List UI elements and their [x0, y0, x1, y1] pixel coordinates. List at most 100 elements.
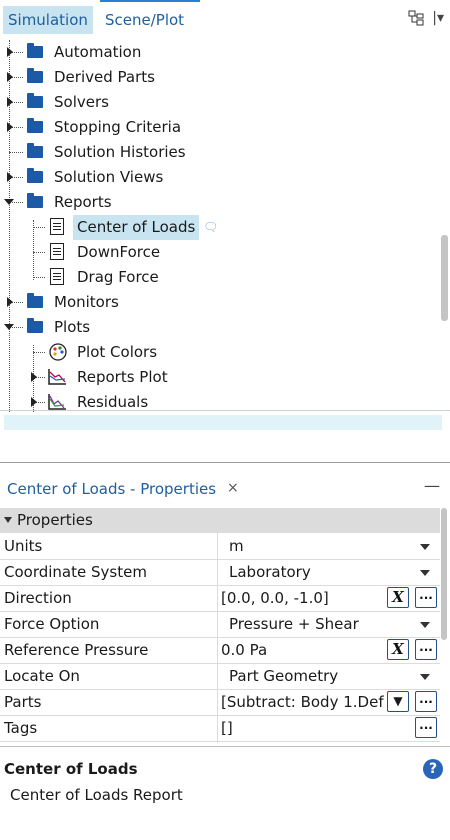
property-value[interactable]: [0.0, 0.0, -1.0] — [221, 589, 329, 607]
collapse-arrow-icon[interactable] — [4, 517, 12, 523]
description-title: Center of Loads — [4, 760, 138, 778]
property-name: Reference Pressure — [4, 641, 149, 659]
tree-item-label: Plots — [54, 318, 91, 336]
description-text: Center of Loads Report — [10, 786, 183, 804]
property-row-tags[interactable]: Tags [] ... — [0, 715, 440, 742]
property-row-parts[interactable]: Parts [Subtract: Body 1.Def ▼ ... — [0, 689, 440, 716]
folder-icon — [27, 143, 43, 158]
tree-item-solvers[interactable]: Solvers — [0, 90, 440, 115]
comment-icon[interactable]: 🗨 — [203, 215, 218, 240]
panel-splitter[interactable] — [0, 462, 450, 463]
tree-item-residuals[interactable]: Residuals — [0, 390, 440, 412]
property-name: Direction — [4, 589, 72, 607]
property-value[interactable]: [] — [221, 719, 233, 737]
properties-header: Center of Loads - Properties × — — [0, 476, 450, 504]
tree-item-solution-histories[interactable]: Solution Histories — [0, 140, 440, 165]
property-name: Force Option — [4, 615, 100, 633]
property-value[interactable]: Pressure + Shear — [229, 615, 359, 633]
tree-item-plots[interactable]: Plots — [0, 315, 440, 340]
expression-button[interactable]: X — [387, 587, 409, 608]
tree-item-reports[interactable]: Reports — [0, 190, 440, 215]
tree-scrollbar[interactable] — [440, 40, 450, 412]
properties-title[interactable]: Center of Loads - Properties — [7, 480, 216, 498]
expand-arrow-icon[interactable] — [31, 397, 37, 407]
menu-dropdown-icon[interactable]: |▾ — [432, 10, 444, 26]
more-button[interactable]: ... — [415, 587, 437, 608]
property-name: Tags — [4, 719, 38, 737]
tree-item-center-of-loads[interactable]: Center of Loads 🗨 — [0, 215, 440, 240]
tree-item-drag-force[interactable]: Drag Force — [0, 265, 440, 290]
expression-button[interactable]: X — [387, 639, 409, 660]
property-row-direction[interactable]: Direction [0.0, 0.0, -1.0] X ... — [0, 585, 440, 612]
toolbar-icons: |▾ — [408, 10, 444, 26]
expand-arrow-icon[interactable] — [7, 72, 13, 82]
tree-item-label: Residuals — [77, 393, 149, 411]
property-value[interactable]: 0.0 Pa — [221, 641, 267, 659]
collapse-arrow-icon[interactable] — [4, 324, 14, 330]
expand-arrow-icon[interactable] — [7, 97, 13, 107]
folder-icon — [27, 93, 43, 108]
expand-arrow-icon[interactable] — [31, 372, 37, 382]
collapse-arrow-icon[interactable] — [4, 199, 14, 205]
tree-item-plot-colors[interactable]: Plot Colors — [0, 340, 440, 365]
expand-arrow-icon[interactable] — [7, 122, 13, 132]
more-button[interactable]: ... — [415, 691, 437, 712]
chevron-down-icon[interactable] — [420, 570, 430, 576]
property-row-coordinate-system[interactable]: Coordinate System Laboratory — [0, 559, 440, 586]
tree-item-stopping-criteria[interactable]: Stopping Criteria — [0, 115, 440, 140]
property-value[interactable]: Part Geometry — [229, 667, 338, 685]
report-icon — [50, 218, 64, 235]
residuals-plot-icon — [46, 392, 68, 412]
tree-item-solution-views[interactable]: Solution Views — [0, 165, 440, 190]
tree-item-label: Reports — [54, 193, 112, 211]
properties-scrollbar-thumb[interactable] — [441, 508, 447, 640]
property-row-force-option[interactable]: Force Option Pressure + Shear — [0, 611, 440, 638]
property-row-reference-pressure[interactable]: Reference Pressure 0.0 Pa X ... — [0, 637, 440, 664]
property-value[interactable]: [Subtract: Body 1.Def — [221, 693, 384, 711]
tab-scene-plot[interactable]: Scene/Plot — [100, 6, 189, 34]
chevron-down-icon[interactable] — [420, 544, 430, 550]
tree-item-label: Solution Histories — [54, 143, 186, 161]
tab-indicator — [100, 0, 200, 2]
tree-item-automation[interactable]: Automation — [0, 40, 440, 65]
help-icon[interactable]: ? — [423, 759, 443, 779]
property-value[interactable]: m — [229, 537, 244, 555]
expand-arrow-icon[interactable] — [7, 47, 13, 57]
folder-icon — [27, 43, 43, 58]
folder-icon — [27, 318, 43, 333]
tree-item-label: Center of Loads — [73, 215, 200, 240]
tree-item-label: DownForce — [77, 243, 161, 261]
filter-icon[interactable]: ▼ — [387, 691, 409, 712]
tree-item-monitors[interactable]: Monitors — [0, 290, 440, 315]
tree-layout-icon[interactable] — [408, 10, 428, 26]
description-divider — [0, 746, 450, 747]
tree-item-label: Monitors — [54, 293, 119, 311]
property-value[interactable]: Laboratory — [229, 563, 311, 581]
tab-simulation[interactable]: Simulation — [3, 6, 93, 34]
tree-item-reports-plot[interactable]: Reports Plot — [0, 365, 440, 390]
tree-item-downforce[interactable]: DownForce — [0, 240, 440, 265]
chevron-down-icon[interactable] — [420, 622, 430, 628]
folder-icon — [27, 168, 43, 183]
folder-icon — [27, 193, 43, 208]
tree-item-label: Reports Plot — [77, 368, 168, 386]
tree-item-label: Automation — [54, 43, 142, 61]
tree-horizontal-scrollbar[interactable] — [4, 415, 442, 430]
tree-item-label: Stopping Criteria — [54, 118, 182, 136]
close-icon[interactable]: × — [227, 480, 239, 496]
tree-item-derived-parts[interactable]: Derived Parts — [0, 65, 440, 90]
simulation-tree: Automation Derived Parts Solvers Stoppin… — [0, 40, 440, 412]
minimize-icon[interactable]: — — [424, 476, 440, 495]
expand-arrow-icon[interactable] — [7, 172, 13, 182]
properties-section-header[interactable]: Properties — [0, 508, 440, 533]
expand-arrow-icon[interactable] — [7, 297, 13, 307]
more-button[interactable]: ... — [415, 717, 437, 738]
chevron-down-icon[interactable] — [420, 674, 430, 680]
more-button[interactable]: ... — [415, 639, 437, 660]
property-name: Locate On — [4, 667, 80, 685]
tree-item-label: Solvers — [54, 93, 109, 111]
tree-scrollbar-thumb[interactable] — [441, 235, 448, 321]
property-name: Coordinate System — [4, 563, 147, 581]
property-row-units[interactable]: Units m — [0, 533, 440, 560]
property-row-locate-on[interactable]: Locate On Part Geometry — [0, 663, 440, 690]
